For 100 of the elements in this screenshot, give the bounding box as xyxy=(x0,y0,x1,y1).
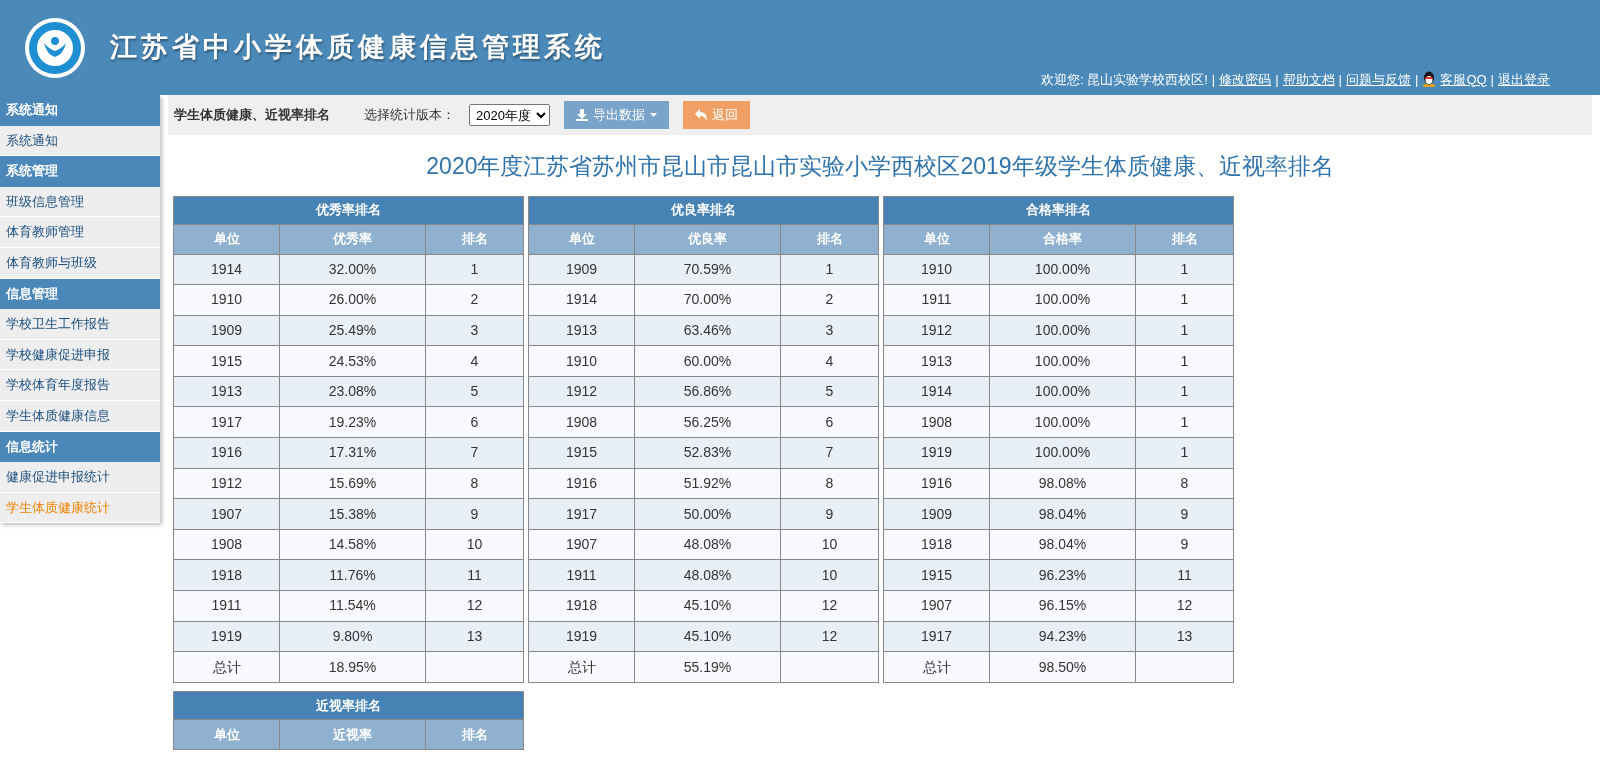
table-cell: 1 xyxy=(780,254,879,285)
penguin-icon xyxy=(1422,71,1437,88)
sidebar-item[interactable]: 体育教师与班级 xyxy=(0,247,160,279)
column-header: 单位 xyxy=(528,224,635,254)
table-cell: 14.58% xyxy=(279,529,426,560)
table-cell: 45.10% xyxy=(634,621,781,652)
table-cell: 1919 xyxy=(173,621,280,652)
column-header: 优秀率 xyxy=(279,224,426,254)
table-cell: 50.00% xyxy=(634,498,781,530)
page-title: 学生体质健康、近视率排名 xyxy=(174,106,330,125)
sidebar-item[interactable]: 体育教师管理 xyxy=(0,217,160,248)
sidebar-item[interactable]: 健康促进申报统计 xyxy=(0,462,160,493)
header-link[interactable]: 退出登录 xyxy=(1498,69,1550,89)
table-cell: 19.23% xyxy=(279,406,426,438)
table-cell: 5 xyxy=(780,376,879,407)
table-cell: 7 xyxy=(780,437,879,469)
separator: | xyxy=(1415,70,1419,89)
sidebar-item[interactable]: 系统通知 xyxy=(0,125,160,157)
table-cell: 5 xyxy=(425,376,524,407)
table-cell: 1918 xyxy=(883,529,990,560)
table-cell: 23.08% xyxy=(279,376,426,407)
sidebar-item[interactable]: 学校健康促进申报 xyxy=(0,339,160,371)
table-cell: 10 xyxy=(425,529,524,560)
table-cell: 15.38% xyxy=(279,498,426,530)
table-cell: 60.00% xyxy=(634,345,781,377)
table-cell: 4 xyxy=(425,345,524,377)
table-cell: 2 xyxy=(425,284,524,316)
sidebar-section: 系统通知 xyxy=(0,95,160,126)
table-cell: 98.04% xyxy=(989,529,1136,560)
table-cell: 11.76% xyxy=(279,559,426,591)
table-cell: 98.04% xyxy=(989,498,1136,530)
sidebar-item[interactable]: 学校体育年度报告 xyxy=(0,370,160,401)
table-cell: 1916 xyxy=(883,468,990,499)
table-cell: 1 xyxy=(1135,284,1234,316)
report-title: 2020年度江苏省苏州市昆山市昆山市实验小学西校区2019年级学生体质健康、近视率排名 xyxy=(425,152,1335,181)
table-cell: 70.00% xyxy=(634,284,781,316)
table-cell: 1 xyxy=(425,254,524,285)
table-title: 合格率排名 xyxy=(883,196,1234,224)
table-title: 近视率排名 xyxy=(173,691,524,720)
table-cell: 13 xyxy=(1135,621,1234,652)
column-header: 近视率 xyxy=(279,719,426,750)
table-cell: 1913 xyxy=(528,315,635,346)
separator: | xyxy=(1211,70,1216,89)
table-cell: 1911 xyxy=(173,590,280,622)
table-cell: 70.59% xyxy=(634,254,781,285)
table-cell: 1918 xyxy=(528,590,635,622)
table-cell: 15.69% xyxy=(279,468,426,499)
header-link[interactable]: 修改密码 xyxy=(1219,69,1272,89)
table-cell: 94.23% xyxy=(989,621,1136,652)
table-cell: 1913 xyxy=(173,376,280,407)
table-cell: 96.23% xyxy=(989,559,1136,591)
table-cell: 1910 xyxy=(173,284,280,316)
table-cell: 6 xyxy=(780,406,879,438)
return-arrow-icon xyxy=(695,109,707,121)
table-cell: 10 xyxy=(780,559,879,591)
table-cell: 1914 xyxy=(173,254,280,285)
logo-icon xyxy=(24,16,86,79)
table-cell: 18.95% xyxy=(279,651,426,683)
table-cell: 6 xyxy=(425,406,524,438)
table-cell: 11 xyxy=(1135,559,1234,591)
separator: | xyxy=(1490,70,1494,89)
table-cell: 1918 xyxy=(173,559,280,591)
table-cell: 1910 xyxy=(883,254,990,285)
table-cell: 8 xyxy=(780,468,879,499)
table-cell: 9 xyxy=(1135,529,1234,560)
table-cell: 52.83% xyxy=(634,437,781,469)
separator: | xyxy=(1275,70,1279,89)
column-header: 排名 xyxy=(425,224,524,254)
table-cell: 1917 xyxy=(883,621,990,652)
sidebar-item[interactable]: 学校卫生工作报告 xyxy=(0,309,160,340)
version-select[interactable]: 2020年度 xyxy=(469,104,550,126)
caret-icon xyxy=(650,113,657,117)
sidebar-section: 信息统计 xyxy=(0,431,160,463)
table-cell: 100.00% xyxy=(989,406,1136,438)
header-link[interactable]: 问题与反馈 xyxy=(1346,69,1411,89)
sidebar-item[interactable]: 班级信息管理 xyxy=(0,186,160,218)
table-cell: 12 xyxy=(1135,590,1234,622)
header-link[interactable]: 客服QQ xyxy=(1440,69,1487,89)
table-cell: 1913 xyxy=(883,345,990,377)
column-header: 单位 xyxy=(173,224,280,254)
table-cell: 1908 xyxy=(528,406,635,438)
table-cell: 25.49% xyxy=(279,315,426,346)
table-cell: 1919 xyxy=(883,437,990,469)
table-cell: 1908 xyxy=(883,406,990,438)
column-header: 单位 xyxy=(173,719,280,750)
table-cell: 1910 xyxy=(528,345,635,377)
table-cell: 1909 xyxy=(528,254,635,285)
table-cell: 1917 xyxy=(528,498,635,530)
table-cell: 1917 xyxy=(173,406,280,438)
header-link[interactable]: 帮助文档 xyxy=(1282,69,1335,89)
table-cell: 48.08% xyxy=(634,559,781,591)
table-cell: 1 xyxy=(1135,345,1234,377)
table-cell: 17.31% xyxy=(279,437,426,469)
table-title: 优良率排名 xyxy=(528,196,879,224)
table-cell: 1916 xyxy=(528,468,635,499)
table-cell: 9 xyxy=(780,498,879,530)
table-cell: 1908 xyxy=(173,529,280,560)
sidebar-item[interactable]: 学生体质健康信息 xyxy=(0,400,160,432)
table-cell: 7 xyxy=(425,437,524,469)
table-cell: 11.54% xyxy=(279,590,426,622)
